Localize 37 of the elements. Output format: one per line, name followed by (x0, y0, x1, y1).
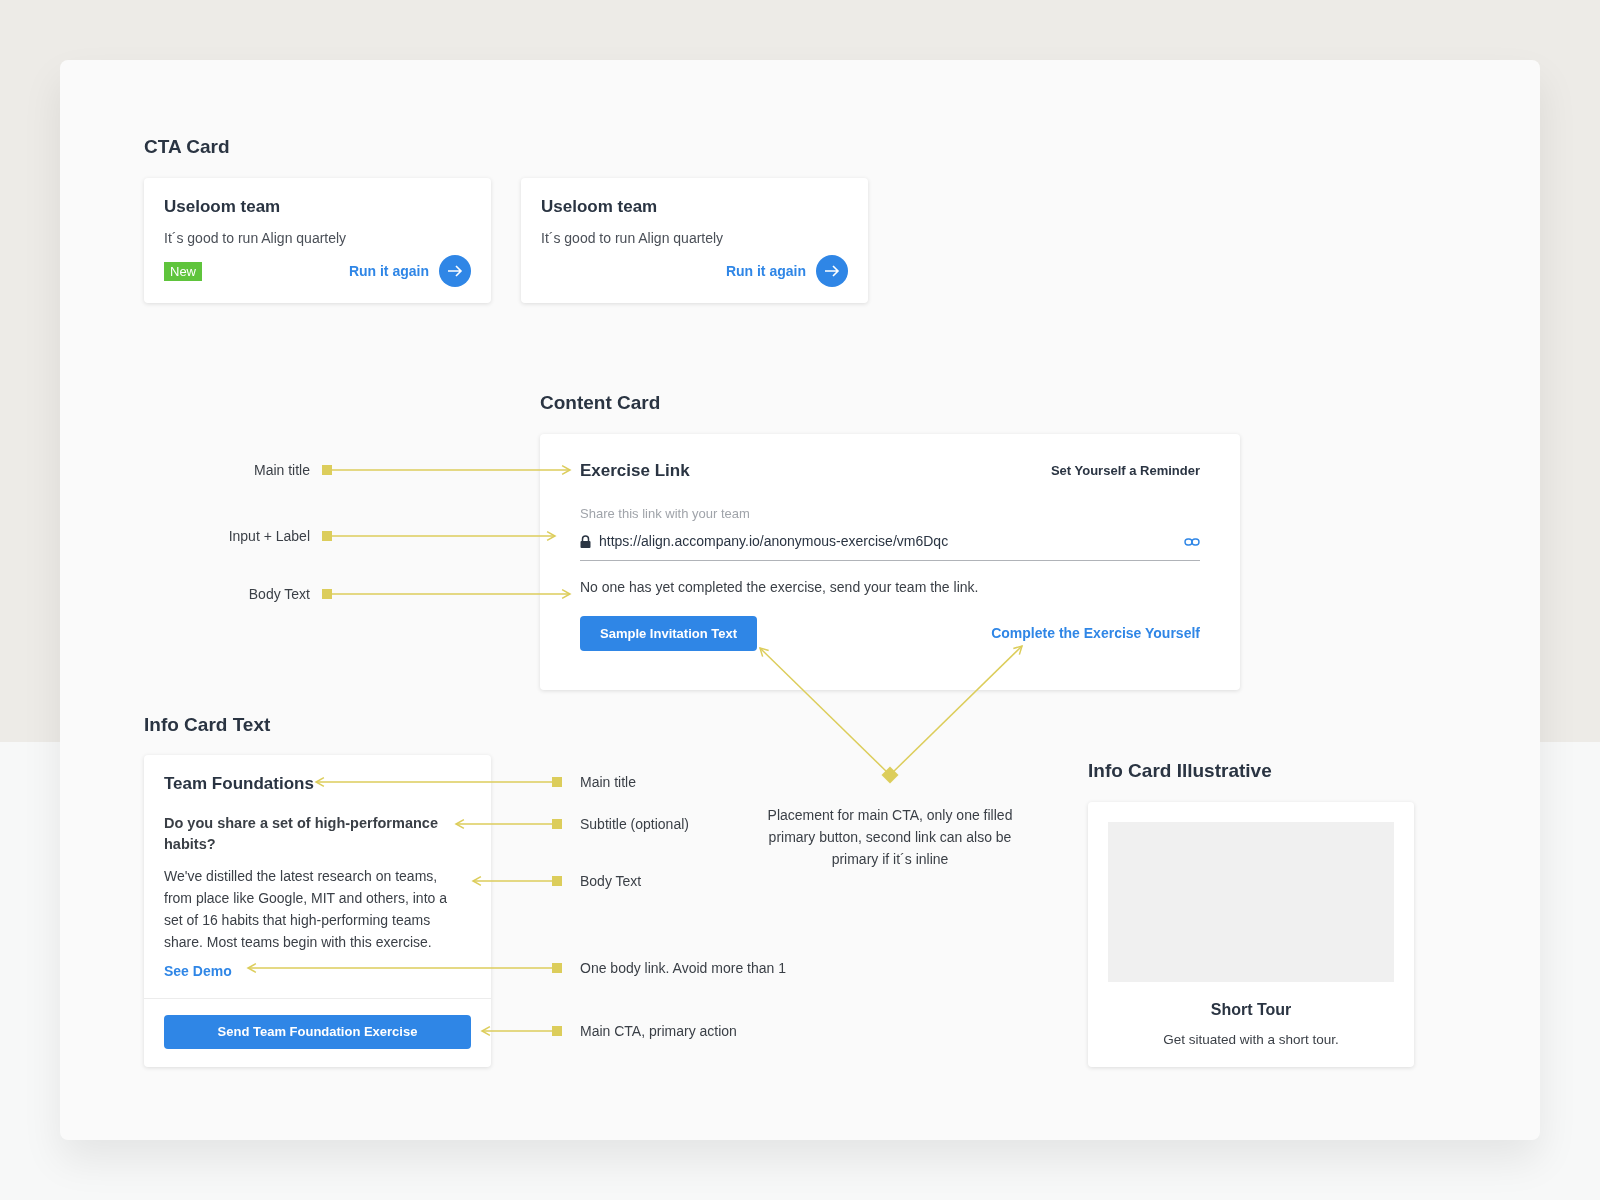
annotation-label: Body Text (580, 872, 642, 890)
link-input-field[interactable]: https://align.accompany.io/anonymous-exercise/vm6Dqc (580, 523, 1200, 561)
body-text: No one has yet completed the exercise, send your team the link. (580, 578, 980, 597)
see-demo-link[interactable]: See Demo (164, 960, 471, 982)
link-icon[interactable] (1184, 537, 1200, 546)
section-heading: Info Card Text (144, 713, 271, 737)
card-body: Get situated with a short tour. (1163, 1031, 1339, 1049)
card-title: Exercise Link (580, 460, 690, 482)
reminder-link[interactable]: Set Yourself a Reminder (1050, 461, 1200, 481)
section-heading: CTA Card (144, 135, 230, 159)
card-title: Team Foundations (164, 773, 314, 795)
card-title: Useloom team (164, 196, 282, 218)
primary-button[interactable]: Sample Invitation Text (580, 616, 757, 651)
primary-button[interactable]: Send Team Foundation Exercise (164, 1014, 471, 1049)
secondary-link[interactable]: Complete the Exercise Yourself (991, 623, 1200, 644)
section-heading: Info Card Illustrative (1088, 759, 1272, 783)
input-label: Share this link with your team (580, 504, 751, 523)
annotation-label: Main CTA, primary action (580, 1022, 737, 1040)
new-badge: New (164, 261, 202, 281)
section-heading: Content Card (540, 391, 661, 415)
annotation-label: Main title (580, 773, 637, 791)
annotation-label: Subtitle (optional) (580, 815, 689, 833)
annotation-label: Body Text (248, 585, 310, 603)
input-value: https://align.accompany.io/anonymous-exercise/vm6Dqc (599, 532, 950, 551)
card-subtitle: It´s good to run Align quartely (541, 228, 725, 248)
body-text: We've distilled the latest research on teams, from place like Google, MIT and others, into a set of 16 habits that high-performing teams share. Most teams begin with this exercise. (164, 866, 448, 952)
lock-icon (580, 535, 591, 548)
annotation-label: One body link. Avoid more than 1 (580, 959, 786, 977)
run-again-link[interactable]: Run it again (725, 260, 806, 282)
card-subtitle: It´s good to run Align quartely (164, 228, 348, 248)
annotation-note: Placement for main CTA, only one filled primary button, second link can also be primary if it´s inline (766, 806, 1014, 869)
annotation-label: Main title (253, 461, 310, 479)
annotation-label: Input + Label (228, 527, 310, 545)
run-again-link[interactable]: Run it again (348, 260, 429, 282)
card-title: Short Tour (1210, 1000, 1292, 1020)
card-subtitle: Do you share a set of high-performance habits? (164, 813, 439, 854)
card-title: Useloom team (541, 196, 659, 218)
